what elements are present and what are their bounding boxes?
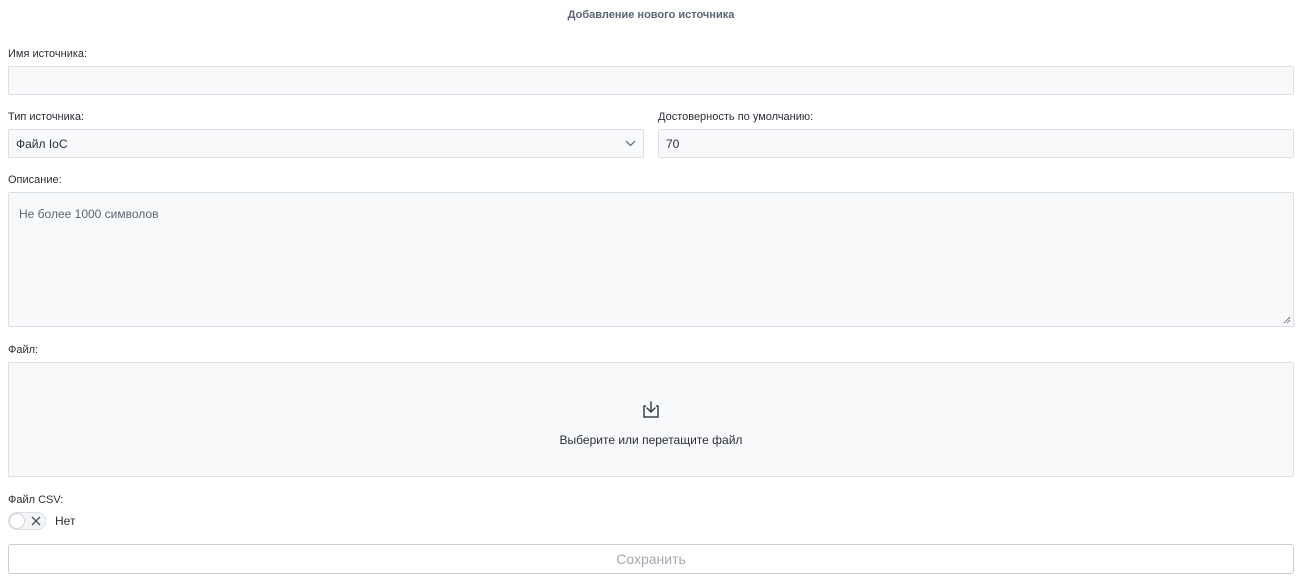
source-type-value: Файл IoC — [16, 136, 68, 151]
save-button[interactable]: Сохранить — [8, 544, 1294, 574]
source-type-select[interactable]: Файл IoC — [8, 129, 644, 158]
chevron-down-icon — [624, 138, 636, 150]
csv-label: Файл CSV: — [8, 494, 64, 506]
resize-handle-icon[interactable] — [1283, 316, 1291, 324]
description-textarea[interactable] — [8, 192, 1294, 327]
file-label: Файл: — [8, 344, 39, 356]
csv-toggle[interactable] — [8, 512, 46, 530]
file-dropzone[interactable]: Выберите или перетащите файл — [8, 362, 1294, 477]
reliability-input[interactable] — [658, 129, 1294, 158]
reliability-label: Достоверность по умолчанию: — [658, 111, 814, 123]
download-tray-icon — [643, 400, 659, 418]
csv-toggle-state: Нет — [55, 514, 76, 528]
close-icon — [31, 516, 41, 526]
source-name-label: Имя источника: — [8, 48, 88, 60]
page-title: Добавление нового источника — [567, 9, 735, 21]
add-source-form: Добавление нового источника Имя источник… — [0, 0, 1314, 588]
dropzone-text: Выберите или перетащите файл — [559, 432, 743, 447]
toggle-knob — [9, 513, 25, 529]
source-type-label: Тип источника: — [8, 111, 85, 123]
description-label: Описание: — [8, 174, 62, 186]
source-name-input[interactable] — [8, 66, 1294, 95]
